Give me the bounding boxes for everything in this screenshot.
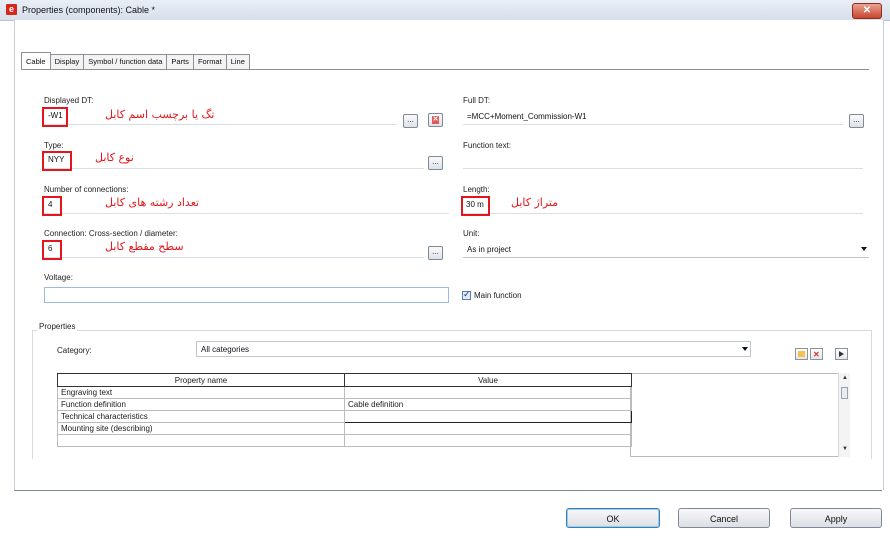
column-header-value[interactable]: Value	[344, 373, 632, 387]
close-button[interactable]: ✕	[852, 3, 882, 19]
length-highlight: 30 m	[461, 196, 490, 216]
cross-section-browse-button[interactable]: ...	[428, 246, 443, 260]
category-value: All categories	[201, 345, 250, 354]
move-property-icon[interactable]	[835, 348, 848, 360]
property-name-cell[interactable]: Function definition	[57, 398, 345, 411]
full-dt-value: =MCC+Moment_Commission-W1	[467, 112, 587, 121]
tab-parts[interactable]: Parts	[166, 54, 194, 69]
cross-section-highlight: 6	[42, 240, 62, 260]
table-row[interactable]: Mounting site (describing)	[57, 422, 632, 435]
connections-value: 4	[48, 200, 53, 209]
tab-cable[interactable]: Cable	[21, 52, 51, 69]
table-row[interactable]: Engraving text	[57, 386, 632, 399]
category-select[interactable]: All categories	[196, 341, 751, 357]
property-value-cell[interactable]	[344, 386, 632, 399]
table-header-row: Property name Value	[57, 373, 632, 387]
window-title: Properties (components): Cable *	[22, 5, 156, 15]
apply-button[interactable]: Apply	[790, 508, 882, 528]
displayed-dt-value: -W1	[48, 111, 63, 120]
title-bar: e Properties (components): Cable * ✕	[0, 0, 890, 21]
property-value-cell[interactable]: Cable definition	[344, 398, 632, 411]
new-property-icon[interactable]	[795, 348, 808, 360]
displayed-dt-field[interactable]	[44, 109, 397, 125]
delete-icon: ✕	[432, 116, 439, 124]
property-name-cell[interactable]: Technical characteristics	[57, 410, 345, 423]
grid-empty-area	[630, 373, 850, 457]
tab-divider	[21, 69, 869, 70]
footer-separator	[14, 490, 882, 491]
scroll-down-icon[interactable]: ▼	[842, 446, 848, 452]
voltage-label: Voltage:	[44, 273, 73, 282]
delete-x-icon: ✕	[813, 350, 820, 359]
ok-button[interactable]: OK	[566, 508, 660, 528]
property-name-cell[interactable]	[57, 434, 345, 447]
type-browse-button[interactable]: ...	[428, 156, 443, 170]
arrow-right-icon	[839, 351, 844, 357]
function-text-label: Function text:	[463, 141, 512, 150]
folder-icon	[798, 351, 805, 357]
cross-section-label: Connection: Cross-section / diameter:	[44, 229, 178, 238]
full-dt-browse-button[interactable]: ...	[849, 114, 864, 128]
properties-table: Property name Value Engraving text Funct…	[57, 373, 632, 447]
length-annotation: متراژ کابل	[511, 196, 559, 209]
tab-symbol-function-data[interactable]: Symbol / function data	[83, 54, 168, 69]
chevron-down-icon	[742, 347, 748, 351]
function-text-field[interactable]	[463, 153, 863, 169]
app-e-icon: e	[6, 4, 17, 15]
table-scrollbar[interactable]: ▲ ▼	[838, 373, 850, 457]
connections-highlight: 4	[42, 196, 62, 216]
displayed-dt-browse-button[interactable]: ...	[403, 114, 418, 128]
type-annotation: نوع کابل	[95, 151, 134, 164]
property-value-cell[interactable]	[344, 422, 632, 435]
tab-strip: Cable Display Symbol / function data Par…	[21, 52, 250, 69]
cross-section-value: 6	[48, 244, 53, 253]
full-dt-field: =MCC+Moment_Commission-W1	[463, 109, 843, 125]
scroll-up-icon[interactable]: ▲	[842, 375, 848, 381]
scroll-thumb[interactable]	[841, 387, 848, 399]
main-function-label: Main function	[474, 291, 522, 300]
cross-section-field[interactable]	[44, 242, 424, 258]
table-row[interactable]: Function definition Cable definition	[57, 398, 632, 411]
properties-group-label: Properties	[37, 322, 78, 331]
type-label: Type:	[44, 141, 64, 150]
type-highlight: NYY	[42, 151, 72, 171]
chevron-down-icon	[861, 247, 867, 251]
property-value-cell[interactable]	[344, 410, 632, 423]
table-row[interactable]: Technical characteristics	[57, 410, 632, 423]
cancel-button[interactable]: Cancel	[678, 508, 770, 528]
voltage-field[interactable]	[44, 287, 449, 303]
tab-format[interactable]: Format	[192, 54, 227, 69]
column-header-property-name[interactable]: Property name	[57, 373, 345, 387]
category-label: Category:	[57, 346, 92, 355]
displayed-dt-annotation: تگ یا برچسب اسم کابل	[105, 108, 215, 121]
connections-annotation: تعداد رشته های کابل	[105, 196, 200, 209]
type-value: NYY	[48, 155, 65, 164]
delete-property-icon[interactable]: ✕	[810, 348, 823, 360]
table-row[interactable]	[57, 434, 632, 447]
main-function-checkbox[interactable]	[462, 289, 471, 300]
tab-line[interactable]: Line	[225, 54, 250, 69]
full-dt-label: Full DT:	[463, 96, 491, 105]
displayed-dt-highlight: -W1	[42, 107, 68, 127]
unit-value: As in project	[467, 245, 512, 254]
property-value-cell[interactable]	[344, 434, 632, 447]
delete-dt-button[interactable]: ✕	[428, 113, 443, 127]
cross-section-annotation: سطح مقطع کابل	[105, 240, 184, 253]
displayed-dt-label: Displayed DT:	[44, 96, 94, 105]
property-name-cell[interactable]: Engraving text	[57, 386, 345, 399]
unit-select[interactable]: As in project	[463, 242, 869, 258]
connections-label: Number of connections:	[44, 185, 129, 194]
property-name-cell[interactable]: Mounting site (describing)	[57, 422, 345, 435]
length-value: 30 m	[466, 200, 484, 209]
tab-display[interactable]: Display	[49, 54, 85, 69]
unit-label: Unit:	[463, 229, 480, 238]
length-label: Length:	[463, 185, 490, 194]
